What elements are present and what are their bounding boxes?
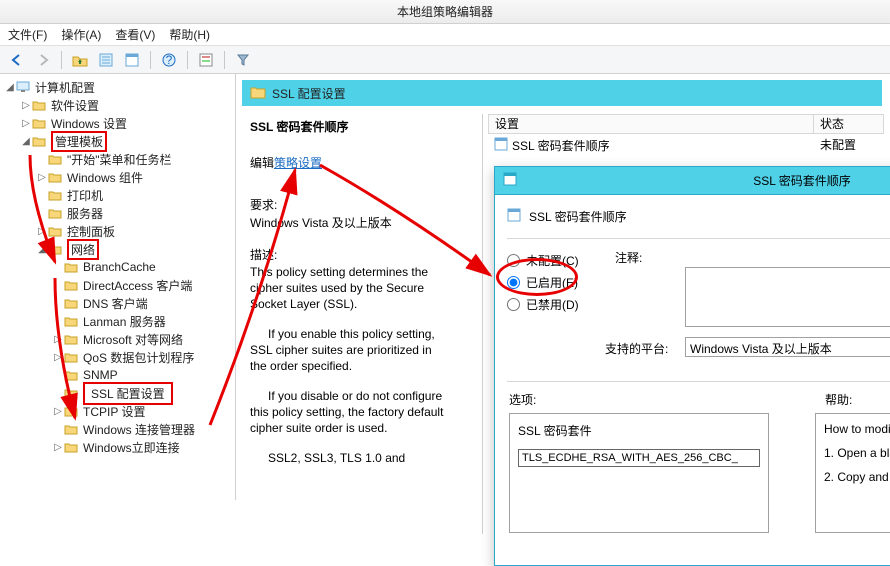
platform-value: Windows Vista 及以上版本 (685, 337, 890, 357)
help-label: 帮助: (825, 391, 852, 408)
folder-icon (48, 224, 64, 238)
description-text: This policy setting determines the ciphe… (250, 264, 450, 466)
toolbar: ? (0, 46, 890, 74)
platform-label: 支持的平台: (605, 340, 668, 357)
options-panel: SSL 密码套件 (509, 413, 769, 533)
requirements-value: Windows Vista 及以上版本 (250, 214, 392, 231)
filter-icon[interactable] (232, 50, 254, 70)
folder-icon (32, 98, 48, 112)
tree-windows-settings[interactable]: ▷Windows 设置 (0, 114, 235, 132)
up-folder-icon[interactable] (69, 50, 91, 70)
folder-icon (48, 152, 64, 166)
computer-icon (16, 80, 32, 94)
folder-icon (250, 85, 266, 102)
tree-branchcache[interactable]: BranchCache (0, 258, 235, 276)
setting-icon (507, 208, 521, 225)
tree-ms-p2p[interactable]: ▷Microsoft 对等网络 (0, 330, 235, 348)
tree-lanman[interactable]: Lanman 服务器 (0, 312, 235, 330)
menu-help[interactable]: 帮助(H) (169, 26, 210, 43)
tree-dns-client[interactable]: DNS 客户端 (0, 294, 235, 312)
tree-ssl-config[interactable]: SSL 配置设置 (0, 384, 235, 402)
folder-icon (64, 332, 80, 346)
list-icon[interactable] (95, 50, 117, 70)
forward-icon (32, 50, 54, 70)
folder-icon (32, 116, 48, 130)
radio-disabled[interactable] (507, 298, 520, 311)
table-header: 设置 状态 (488, 114, 884, 134)
folder-icon (64, 422, 80, 436)
tree-software-settings[interactable]: ▷软件设置 (0, 96, 235, 114)
tree-computer-config[interactable]: ◢计算机配置 (0, 78, 235, 96)
folder-icon (64, 350, 80, 364)
folder-icon (64, 404, 80, 418)
folder-icon (32, 134, 48, 148)
tree-control-panel[interactable]: ▷控制面板 (0, 222, 235, 240)
tree-network[interactable]: ◢网络 (0, 240, 235, 258)
folder-icon (64, 386, 80, 400)
content-header-title: SSL 配置设置 (272, 85, 346, 102)
folder-icon (64, 314, 80, 328)
props-icon[interactable] (195, 50, 217, 70)
tree-conn-mgr[interactable]: Windows 连接管理器 (0, 420, 235, 438)
tree-windows-components[interactable]: ▷Windows 组件 (0, 168, 235, 186)
folder-icon (64, 278, 80, 292)
requirements-label: 要求: (250, 196, 277, 213)
option-group-label: SSL 密码套件 (518, 422, 760, 439)
dialog-heading: SSL 密码套件顺序 (529, 208, 627, 225)
col-setting[interactable]: 设置 (489, 115, 813, 133)
highlight-circle-enabled (496, 258, 578, 296)
radio-disabled-label: 已禁用(D) (526, 296, 579, 313)
setting-icon (494, 137, 508, 154)
folder-icon (48, 170, 64, 184)
row-state: 未配置 (814, 136, 884, 154)
policy-subtitle: SSL 密码套件顺序 (250, 118, 348, 135)
policy-dialog: SSL 密码套件顺序 SSL 密码套件顺序 上一个 未配置(C) 已启用(E) … (494, 166, 890, 566)
note-textarea[interactable] (685, 267, 890, 327)
window-title: 本地组策略编辑器 (0, 0, 890, 24)
dialog-titlebar[interactable]: SSL 密码套件顺序 (495, 167, 890, 195)
dialog-title-text: SSL 密码套件顺序 (523, 172, 890, 189)
help-panel: How to modify t 1. Open a blank n 2. Cop… (815, 413, 890, 533)
tree-instant-conn[interactable]: ▷Windows立即连接 (0, 438, 235, 456)
folder-icon (48, 206, 64, 220)
menu-view[interactable]: 查看(V) (115, 26, 155, 43)
description-label: 描述: (250, 246, 277, 263)
back-icon[interactable] (6, 50, 28, 70)
details-icon[interactable] (121, 50, 143, 70)
folder-icon (64, 368, 80, 382)
tree-server[interactable]: 服务器 (0, 204, 235, 222)
tree-tcpip[interactable]: ▷TCPIP 设置 (0, 402, 235, 420)
tree-pane: ◢计算机配置 ▷软件设置 ▷Windows 设置 ◢管理模板 "开始"菜单和任务… (0, 74, 236, 500)
tree-qos[interactable]: ▷QoS 数据包计划程序 (0, 348, 235, 366)
folder-icon (48, 188, 64, 202)
tree-directaccess[interactable]: DirectAccess 客户端 (0, 276, 235, 294)
edit-policy-link[interactable]: 策略设置 (274, 156, 322, 170)
menu-action[interactable]: 操作(A) (61, 26, 101, 43)
folder-icon (64, 296, 80, 310)
cipher-suite-input[interactable] (518, 449, 760, 467)
edit-line: 编辑策略设置 (250, 154, 322, 171)
dialog-icon (503, 172, 517, 189)
tree-start-menu[interactable]: "开始"菜单和任务栏 (0, 150, 235, 168)
svg-text:?: ? (166, 53, 173, 67)
tree-printer[interactable]: 打印机 (0, 186, 235, 204)
options-label: 选项: (509, 391, 536, 408)
menu-file[interactable]: 文件(F) (8, 26, 47, 43)
help-icon[interactable]: ? (158, 50, 180, 70)
menu-bar: 文件(F) 操作(A) 查看(V) 帮助(H) (0, 24, 890, 46)
col-state[interactable]: 状态 (813, 115, 883, 133)
folder-icon (48, 242, 64, 256)
table-row[interactable]: SSL 密码套件顺序 未配置 (488, 136, 884, 154)
folder-icon (64, 260, 80, 274)
tree-admin-templates[interactable]: ◢管理模板 (0, 132, 235, 150)
content-header: SSL 配置设置 (242, 80, 882, 106)
folder-icon (64, 440, 80, 454)
note-label: 注释: (615, 249, 642, 266)
